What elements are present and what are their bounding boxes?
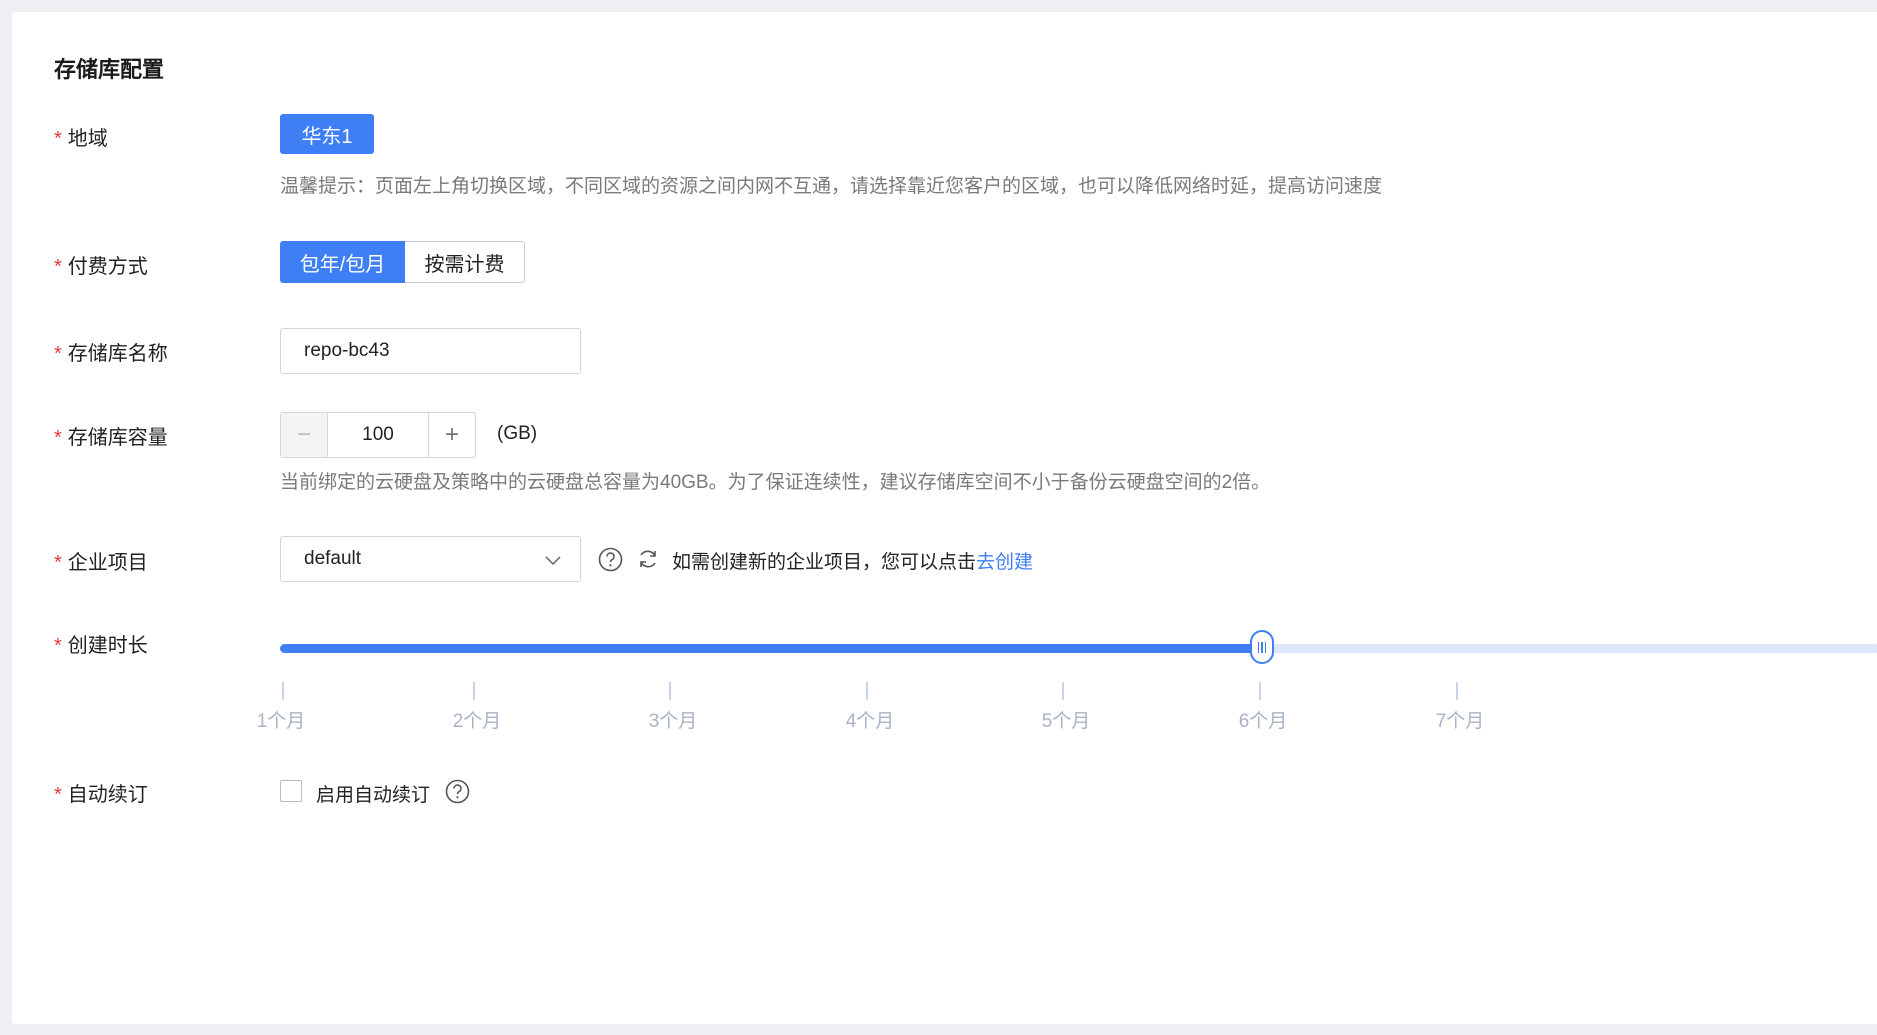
help-icon[interactable] (445, 779, 470, 804)
tick-label-6-months[interactable]: 6个月 (1239, 706, 1288, 733)
tick-label-7-months[interactable]: 7个月 (1436, 706, 1485, 733)
auto-renew-checkbox[interactable] (280, 780, 302, 802)
tick-label-2-months[interactable]: 2个月 (453, 706, 502, 733)
duration-slider-fill (280, 644, 1262, 653)
tick-mark (1456, 682, 1458, 700)
tick-label-5-months[interactable]: 5个月 (1042, 706, 1091, 733)
duration-label: * 创建时长 (54, 635, 148, 657)
project-select[interactable]: default (280, 536, 581, 582)
billing-label: * 付费方式 (54, 256, 148, 278)
tick-mark (1259, 682, 1261, 700)
capacity-unit: (GB) (497, 423, 538, 444)
increment-button[interactable]: + (428, 413, 475, 457)
decrement-button[interactable]: − (281, 413, 328, 457)
billing-option-on-demand[interactable]: 按需计费 (405, 241, 525, 283)
refresh-icon[interactable] (637, 548, 659, 570)
tick-label-4-months[interactable]: 4个月 (846, 706, 895, 733)
help-icon[interactable] (598, 547, 623, 572)
capacity-label: * 存储库容量 (54, 427, 168, 449)
auto-renew-checkbox-label[interactable]: 启用自动续订 (316, 780, 430, 807)
repo-name-input[interactable]: repo-bc43 (280, 328, 581, 374)
tick-label-3-months[interactable]: 3个月 (649, 706, 698, 733)
repo-name-label: * 存储库名称 (54, 343, 168, 365)
capacity-hint: 当前绑定的云硬盘及策略中的云硬盘总容量为40GB。为了保证连续性，建议存储库空间… (280, 472, 1271, 493)
tick-mark (473, 682, 475, 700)
project-label: * 企业项目 (54, 552, 148, 574)
chevron-down-icon (545, 556, 561, 566)
project-hint: 如需创建新的企业项目，您可以点击去创建 (672, 552, 1034, 573)
tick-mark (1062, 682, 1064, 700)
duration-slider-handle[interactable] (1250, 630, 1274, 664)
billing-mode-selector: 包年/包月 按需计费 (280, 241, 525, 283)
capacity-stepper: − 100 + (280, 412, 476, 458)
auto-renew-label: * 自动续订 (54, 784, 148, 806)
region-label: * 地域 (54, 128, 108, 150)
tick-mark (669, 682, 671, 700)
project-select-value: default (304, 548, 362, 569)
billing-option-yearly-monthly[interactable]: 包年/包月 (280, 241, 405, 283)
region-option-huadong1[interactable]: 华东1 (280, 114, 374, 154)
create-project-link[interactable]: 去创建 (976, 552, 1033, 573)
tick-mark (282, 682, 284, 700)
region-hint: 温馨提示：页面左上角切换区域，不同区域的资源之间内网不互通，请选择靠近您客户的区… (280, 176, 1383, 197)
section-title: 存储库配置 (54, 57, 165, 82)
repository-config-card (12, 12, 1877, 1024)
capacity-value-input[interactable]: 100 (328, 413, 428, 457)
tick-label-1-month[interactable]: 1个月 (257, 706, 306, 733)
tick-mark (866, 682, 868, 700)
